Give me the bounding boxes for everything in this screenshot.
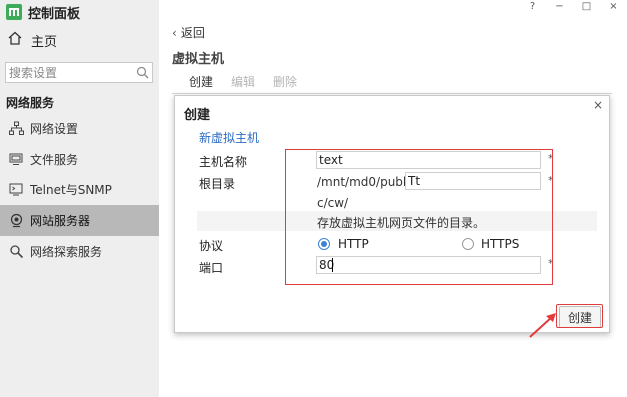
back-button[interactable]: ‹ 返回 xyxy=(172,24,205,41)
root-dir-label: 根目录 xyxy=(199,177,236,191)
chevron-left-icon: ‹ xyxy=(172,25,177,40)
home-label: 主页 xyxy=(31,34,58,50)
sidebar-item-network-settings[interactable]: 网络设置 xyxy=(0,113,159,144)
help-button[interactable]: ? xyxy=(519,0,546,16)
port-label: 端口 xyxy=(199,261,224,275)
sidebar-item-label: Telnet与SNMP xyxy=(30,183,112,197)
toolbar: 创建 编辑 删除 xyxy=(172,70,612,94)
file-service-icon xyxy=(8,152,24,168)
sidebar-item-label: 网络探索服务 xyxy=(30,245,103,259)
annotation-highlight-form xyxy=(285,149,553,285)
network-icon xyxy=(8,121,24,137)
sidebar: 控制面板 主页 网络服务 网络设置 文件服务 Telnet与SNMP xyxy=(0,0,159,397)
search-input[interactable] xyxy=(6,63,130,82)
sidebar-item-label: 网络设置 xyxy=(30,122,79,136)
sidebar-item-discovery[interactable]: 网络探索服务 xyxy=(0,236,159,267)
annotation-highlight-button xyxy=(556,304,603,328)
web-server-icon xyxy=(8,213,24,229)
sidebar-item-home[interactable]: 主页 xyxy=(0,27,159,53)
home-icon xyxy=(7,30,23,50)
discovery-icon xyxy=(8,244,24,260)
app-title: 控制面板 xyxy=(28,6,81,22)
sidebar-item-label: 网站服务器 xyxy=(30,214,91,228)
create-button[interactable]: 创建 xyxy=(189,73,213,90)
new-virtual-host-link[interactable]: 新虚拟主机 xyxy=(199,129,259,146)
section-title: 网络服务 xyxy=(6,96,55,110)
sidebar-item-web-server[interactable]: 网站服务器 xyxy=(0,205,159,236)
delete-button[interactable]: 删除 xyxy=(273,73,297,90)
maximize-button[interactable]: □ xyxy=(573,0,600,16)
host-name-label: 主机名称 xyxy=(199,155,248,169)
edit-button[interactable]: 编辑 xyxy=(231,73,255,90)
search-icon[interactable] xyxy=(136,66,149,79)
close-icon[interactable]: × xyxy=(592,99,604,111)
close-window-button[interactable]: × xyxy=(600,0,627,16)
sidebar-item-file-service[interactable]: 文件服务 xyxy=(0,144,159,175)
window-controls: ? − □ × xyxy=(519,0,627,16)
app-logo-icon xyxy=(6,4,22,20)
sidebar-item-telnet-snmp[interactable]: Telnet与SNMP xyxy=(0,174,159,205)
back-label: 返回 xyxy=(180,26,205,40)
minimize-button[interactable]: − xyxy=(546,0,573,16)
search-box[interactable] xyxy=(5,62,153,83)
page-title: 虚拟主机 xyxy=(172,52,225,67)
annotation-arrow-icon xyxy=(529,313,556,338)
dialog-title: 创建 xyxy=(184,108,211,123)
protocol-label: 协议 xyxy=(199,239,224,253)
terminal-icon xyxy=(8,182,24,198)
sidebar-item-label: 文件服务 xyxy=(30,153,79,167)
app-header: 控制面板 xyxy=(6,4,81,22)
